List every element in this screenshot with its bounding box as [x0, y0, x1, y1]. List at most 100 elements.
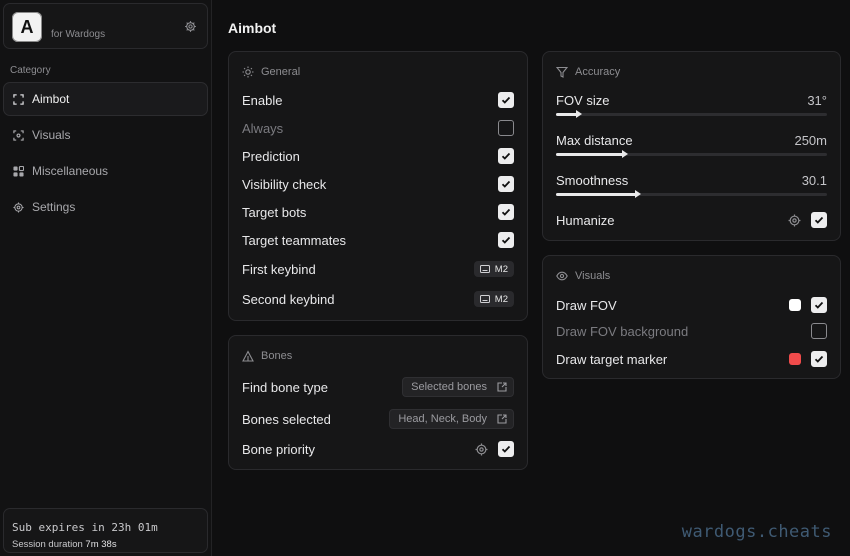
- slider-track[interactable]: [556, 190, 827, 198]
- second-keybind-button[interactable]: M2: [473, 291, 514, 307]
- setting-label: Enable: [242, 92, 283, 108]
- sun-icon: [242, 66, 254, 78]
- keyboard-icon: [479, 265, 490, 273]
- bone-icon: [242, 350, 254, 362]
- visuals-card: Visuals Draw FOV Draw FOV background Dra…: [542, 255, 841, 379]
- slider-label: FOV size: [556, 93, 610, 108]
- enable-checkbox[interactable]: [498, 92, 514, 108]
- setting-label: Humanize: [556, 212, 615, 228]
- gear-icon: [13, 201, 24, 213]
- sidebar-item-label: Miscellaneous: [32, 164, 109, 178]
- watermark: wardogs.cheats: [681, 522, 832, 542]
- check-icon: [501, 180, 511, 188]
- color-swatch[interactable]: [789, 299, 801, 311]
- slider-label: Max distance: [556, 133, 633, 148]
- blocks-icon: [13, 165, 24, 177]
- setting-visibility-check: Visibility check: [242, 174, 514, 194]
- sidebar-item-aimbot[interactable]: Aimbot: [3, 82, 208, 116]
- first-keybind-button[interactable]: M2: [473, 261, 514, 277]
- setting-label: Draw FOV background: [556, 323, 689, 339]
- select-value: Head, Neck, Body: [398, 413, 487, 425]
- setting-humanize: Humanize: [556, 210, 827, 230]
- slider-handle[interactable]: [575, 110, 582, 118]
- check-icon: [501, 152, 511, 160]
- sidebar-nav: Aimbot Visuals Miscellaneous Settings: [3, 82, 208, 226]
- check-icon: [814, 355, 824, 363]
- card-header: Bones: [242, 350, 292, 362]
- slider-smoothness[interactable]: Smoothness 30.1: [556, 173, 827, 209]
- sidebar: A for Wardogs Category Aimbot Visuals Mi…: [0, 0, 212, 556]
- filter-icon: [556, 66, 568, 78]
- humanize-checkbox[interactable]: [811, 212, 827, 228]
- draw-fov-background-checkbox[interactable]: [811, 323, 827, 339]
- draw-target-marker-checkbox[interactable]: [811, 351, 827, 367]
- bones-card: Bones Find bone type Selected bones Bone…: [228, 335, 528, 470]
- subscription-expiry: Sub expires in 23h 01m: [12, 521, 158, 534]
- draw-fov-checkbox[interactable]: [811, 297, 827, 313]
- select-icon: [497, 414, 507, 424]
- setting-label: Bones selected: [242, 411, 331, 427]
- setting-label: Target teammates: [242, 232, 347, 248]
- setting-label: Visibility check: [242, 176, 327, 192]
- slider-track[interactable]: [556, 150, 827, 158]
- slider-value: 31°: [807, 93, 827, 108]
- gear-icon[interactable]: [788, 214, 801, 227]
- general-card: General Enable Always Prediction Visibil…: [228, 51, 528, 321]
- visibility-check-checkbox[interactable]: [498, 176, 514, 192]
- card-header: General: [242, 66, 300, 78]
- keyboard-icon: [479, 295, 490, 303]
- setting-label: Draw target marker: [556, 351, 668, 367]
- setting-label: Always: [242, 120, 284, 136]
- sidebar-item-settings[interactable]: Settings: [3, 190, 208, 224]
- setting-draw-fov-background: Draw FOV background: [556, 321, 827, 341]
- sidebar-item-visuals[interactable]: Visuals: [3, 118, 208, 152]
- accuracy-card: Accuracy FOV size 31° Max distance 250m Sm…: [542, 51, 841, 241]
- slider-value: 250m: [794, 133, 827, 148]
- setting-label: Bone priority: [242, 441, 315, 457]
- category-label: Category: [10, 65, 51, 76]
- setting-prediction: Prediction: [242, 146, 514, 166]
- check-icon: [814, 216, 824, 224]
- prediction-checkbox[interactable]: [498, 148, 514, 164]
- color-swatch[interactable]: [789, 353, 801, 365]
- setting-bone-priority: Bone priority: [242, 439, 514, 459]
- check-icon: [501, 236, 511, 244]
- gear-icon[interactable]: [184, 20, 197, 33]
- target-bots-checkbox[interactable]: [498, 204, 514, 220]
- setting-target-bots: Target bots: [242, 202, 514, 222]
- slider-handle[interactable]: [621, 150, 628, 158]
- sidebar-item-miscellaneous[interactable]: Miscellaneous: [3, 154, 208, 188]
- check-icon: [501, 445, 511, 453]
- card-title: Accuracy: [575, 66, 621, 78]
- setting-find-bone-type: Find bone type Selected bones: [242, 377, 514, 397]
- gear-icon[interactable]: [475, 443, 488, 456]
- slider-handle[interactable]: [635, 190, 642, 198]
- always-checkbox[interactable]: [498, 120, 514, 136]
- find-bone-type-select[interactable]: Selected bones: [402, 377, 514, 397]
- card-title: General: [261, 66, 301, 78]
- bones-selected-select[interactable]: Head, Neck, Body: [389, 409, 514, 429]
- slider-fill: [556, 193, 638, 196]
- slider-fill: [556, 153, 624, 156]
- bone-priority-checkbox[interactable]: [498, 441, 514, 457]
- target-teammates-checkbox[interactable]: [498, 232, 514, 248]
- card-title: Visuals: [575, 270, 611, 282]
- select-value: Selected bones: [411, 381, 487, 393]
- session-duration: Session duration 7m 38s: [12, 539, 117, 550]
- slider-max-distance[interactable]: Max distance 250m: [556, 133, 827, 169]
- session-duration-label: Session duration: [12, 539, 83, 550]
- session-duration-value: 7m 38s: [85, 539, 117, 550]
- crosshair-icon: [13, 93, 24, 105]
- card-header: Visuals: [556, 270, 610, 282]
- setting-always: Always: [242, 118, 514, 138]
- setting-target-teammates: Target teammates: [242, 230, 514, 250]
- setting-draw-fov: Draw FOV: [556, 295, 827, 315]
- setting-label: Prediction: [242, 148, 300, 164]
- eye-icon: [556, 271, 568, 281]
- slider-track[interactable]: [556, 110, 827, 118]
- sidebar-item-label: Settings: [32, 200, 76, 214]
- setting-second-keybind: Second keybind M2: [242, 289, 514, 309]
- slider-fov-size[interactable]: FOV size 31°: [556, 93, 827, 129]
- brand-subtitle: for Wardogs: [51, 29, 106, 40]
- sidebar-item-label: Aimbot: [32, 92, 70, 106]
